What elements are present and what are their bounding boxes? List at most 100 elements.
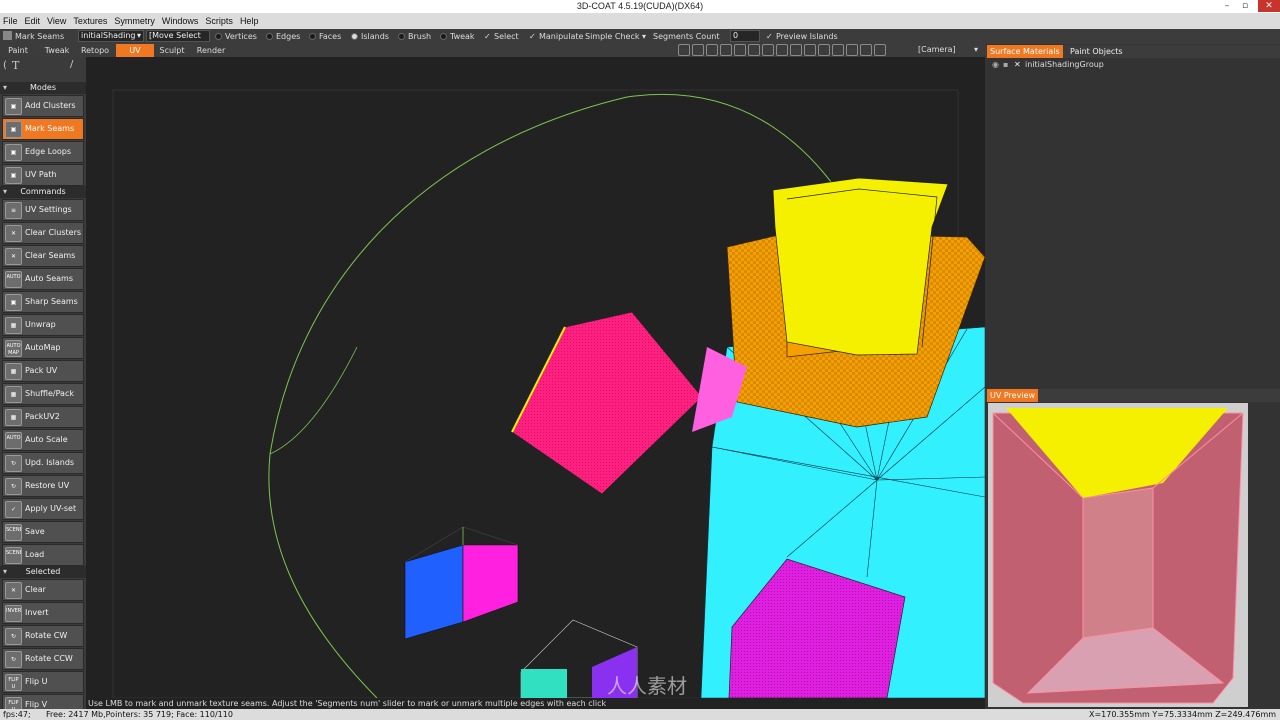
rotate-icon[interactable] (720, 44, 732, 56)
tab-uv-preview[interactable]: UV Preview (987, 389, 1039, 402)
vertices-radio[interactable]: Vertices (215, 30, 257, 43)
select-checkbox[interactable]: ✓ Select (484, 30, 519, 43)
rotate-cw-button[interactable]: ↻ Rotate CW (2, 625, 84, 647)
shuffle-pack-button[interactable]: ▦ Shuffle/Pack (2, 383, 84, 405)
frame-icon[interactable] (776, 44, 788, 56)
auto-seams-button[interactable]: AUTO Auto Seams (2, 268, 84, 290)
move-select-dropdown[interactable]: [Move Select (146, 30, 210, 42)
islands-radio[interactable]: Islands (351, 30, 389, 43)
pink-cube-face[interactable] (462, 544, 519, 623)
manipulate-checkbox[interactable]: ✓ Manipulate (529, 30, 583, 43)
blue-cube-face[interactable] (404, 544, 464, 640)
unwrap-button[interactable]: ▦ Unwrap (2, 314, 84, 336)
tab-uv[interactable]: UV (116, 44, 154, 57)
save-label: Save (25, 527, 45, 536)
faces-radio[interactable]: Faces (309, 30, 341, 43)
expand-icon[interactable] (860, 44, 872, 56)
grid-icon[interactable] (832, 44, 844, 56)
auto-scale-label: Auto Scale (25, 435, 68, 444)
cube-icon: ▣ (5, 167, 22, 184)
tab-render[interactable]: Render (192, 44, 230, 57)
edge-loops-button[interactable]: ▣ Edge Loops (2, 141, 84, 163)
ruler-icon[interactable] (846, 44, 858, 56)
tab-retopo[interactable]: Retopo (76, 44, 114, 57)
close-icon[interactable]: ✕ (1014, 60, 1021, 69)
apply-uv-set-button[interactable]: ✓ Apply UV-set (2, 498, 84, 520)
simple-check-dropdown[interactable]: Simple Check ▾ (585, 30, 646, 43)
pack-uv-button[interactable]: ▦ Pack UV (2, 360, 84, 382)
clear-clusters-button[interactable]: ✕ Clear Clusters (2, 222, 84, 244)
shuffle-icon: ▦ (5, 386, 22, 403)
automap-button[interactable]: AUTO MAP AutoMap (2, 337, 84, 359)
uv-preview-panel[interactable] (988, 403, 1248, 707)
packuv2-button[interactable]: ▦ PackUV2 (2, 406, 84, 428)
eye-icon[interactable]: ◉ (992, 60, 999, 69)
brush-icon[interactable] (678, 44, 690, 56)
uv-path-button[interactable]: ▣ UV Path (2, 164, 84, 186)
tab-paint[interactable]: Paint (0, 44, 36, 57)
menu-symmetry[interactable]: Symmetry (111, 13, 159, 26)
pink-cube[interactable] (511, 311, 703, 495)
mark-seams-button[interactable]: ▣ Mark Seams (2, 118, 84, 140)
lock-icon[interactable]: ▪ (1003, 60, 1008, 69)
image-icon[interactable] (874, 44, 886, 56)
current-tool: Mark Seams (3, 30, 64, 43)
brush-radio[interactable]: Brush (398, 30, 431, 43)
camera-select[interactable]: [Camera] ▾ (918, 45, 978, 56)
flip-u-button[interactable]: FLIP U Flip U (2, 671, 84, 693)
save-button[interactable]: SCENE Save (2, 521, 84, 543)
current-tool-label: Mark Seams (15, 32, 65, 41)
upd-islands-button[interactable]: ↻ Upd. Islands (2, 452, 84, 474)
text-tool-icon[interactable]: T (12, 59, 19, 72)
edges-radio[interactable]: Edges (266, 30, 300, 43)
menu-help[interactable]: Help (237, 13, 263, 26)
menu-textures[interactable]: Textures (70, 13, 111, 26)
pick-icon[interactable] (692, 44, 704, 56)
fit-icon[interactable] (790, 44, 802, 56)
shield-icon[interactable] (818, 44, 830, 56)
material-row[interactable]: ◉ ▪ ✕ initialShadingGroup (989, 60, 1275, 72)
sharp-seams-button[interactable]: ▣ Sharp Seams (2, 291, 84, 313)
pen-icon[interactable]: / (70, 59, 73, 70)
tweak-radio[interactable]: Tweak (440, 30, 475, 43)
restore-uv-button[interactable]: ↻ Restore UV (2, 475, 84, 497)
add-clusters-button[interactable]: ▣ Add Clusters (2, 95, 84, 117)
tab-tweak[interactable]: Tweak (38, 44, 76, 57)
rotate-ccw-button[interactable]: ↻ Rotate CCW (2, 648, 84, 670)
cube-icon: ▣ (5, 294, 22, 311)
menu-scripts[interactable]: Scripts (202, 13, 237, 26)
preview-islands-checkbox[interactable]: ✓ Preview Islands (766, 30, 838, 43)
menu-edit[interactable]: Edit (22, 13, 45, 26)
shading-group-select[interactable]: initialShading ▾ (78, 30, 144, 42)
segments-count-input[interactable]: 0 (730, 30, 760, 42)
cube-icon: ▣ (5, 121, 22, 138)
tab-sculpt[interactable]: Sculpt (154, 44, 190, 57)
clear-button[interactable]: ✕ Clear (2, 579, 84, 601)
memory-readout: Free: 2417 Mb,Pointers: 35 719; Face: 11… (46, 710, 233, 719)
update-icon: ↻ (5, 455, 22, 472)
3d-viewport[interactable]: 人人素材 (87, 57, 985, 698)
bottom-cube-teal[interactable] (521, 669, 567, 698)
clear-seams-button[interactable]: ✕ Clear Seams (2, 245, 84, 267)
uv-sidebar: ( T / Modes ▣Add Clusters▣Mark Seams▣Edg… (0, 57, 87, 716)
tab-paint-objects[interactable]: Paint Objects (1067, 45, 1126, 58)
no-icon[interactable] (804, 44, 816, 56)
load-button[interactable]: SCENE Load (2, 544, 84, 566)
move-icon[interactable] (734, 44, 746, 56)
close-button[interactable]: ✕ (1258, 0, 1280, 12)
maximize-button[interactable]: ▫ (1236, 0, 1254, 12)
minimize-button[interactable]: – (1218, 0, 1236, 12)
menu-view[interactable]: View (44, 13, 70, 26)
restore-uv-label: Restore UV (25, 481, 70, 490)
invert-button[interactable]: INVERTInvert (2, 602, 84, 624)
uv-settings-button[interactable]: ≡ UV Settings (2, 199, 84, 221)
flip-u-icon: FLIP U (5, 674, 22, 691)
play-icon[interactable] (762, 44, 774, 56)
tab-surface-materials[interactable]: Surface Materials (987, 45, 1063, 58)
drop-icon[interactable] (706, 44, 718, 56)
menu-file[interactable]: File (0, 13, 22, 26)
menu-windows[interactable]: Windows (159, 13, 203, 26)
auto-scale-button[interactable]: AUTO Auto Scale (2, 429, 84, 451)
zoom-icon[interactable] (748, 44, 760, 56)
arrow-icon[interactable]: ( (3, 60, 7, 71)
